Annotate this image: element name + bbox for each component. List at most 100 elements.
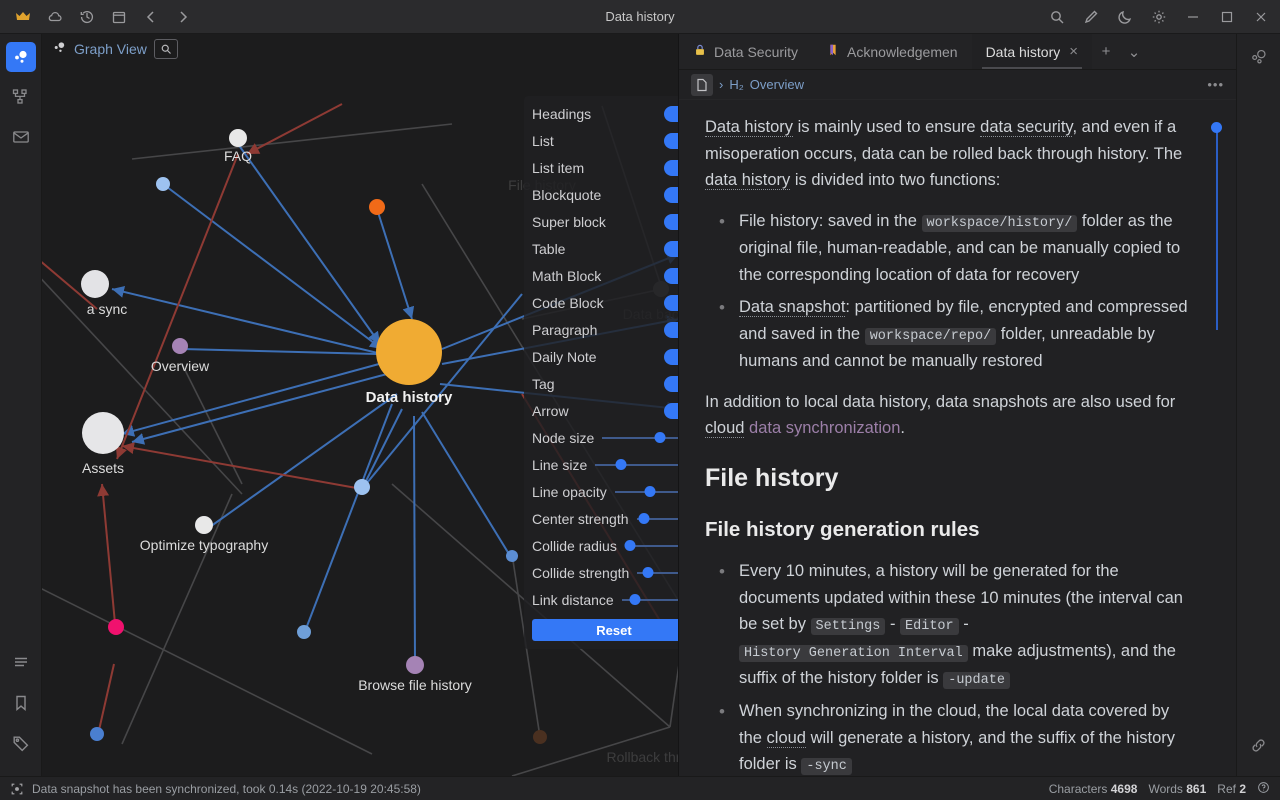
graph-setting-row: Collide strength	[524, 559, 679, 586]
tab-data-security[interactable]: Data Security	[679, 34, 812, 69]
calendar-icon[interactable]	[104, 4, 134, 30]
tab-close-icon[interactable]: ×	[1069, 43, 1078, 60]
words-label: Words	[1148, 782, 1182, 796]
status-message: Data snapshot has been synchronized, too…	[32, 782, 421, 796]
graph-node-unlabeled[interactable]	[297, 625, 311, 639]
graph-setting-row: Center strength	[524, 505, 679, 532]
rail-graph-icon[interactable]	[1244, 42, 1274, 72]
graph-node-assets[interactable]	[82, 412, 124, 454]
cloud-icon[interactable]	[40, 4, 70, 30]
sidebar-item-graph-view[interactable]	[6, 42, 36, 72]
slider-link-distance[interactable]	[622, 593, 679, 607]
toggle-blockquote[interactable]	[664, 187, 679, 203]
graph-reset-button[interactable]: Reset	[532, 619, 679, 641]
history-icon[interactable]	[72, 4, 102, 30]
setting-label: Link distance	[532, 592, 622, 608]
toggle-math-block[interactable]	[664, 268, 679, 284]
maximize-icon[interactable]	[1210, 2, 1244, 32]
dark-mode-moon-icon[interactable]	[1108, 2, 1142, 32]
slider-node-size[interactable]	[602, 431, 679, 445]
link-data-synchronization[interactable]: data synchronization	[749, 419, 900, 437]
toggle-list[interactable]	[664, 133, 679, 149]
back-icon[interactable]	[136, 4, 166, 30]
scrollbar-handle[interactable]	[1211, 122, 1222, 133]
graph-setting-row: Table	[524, 235, 679, 262]
slider-collide-radius[interactable]	[625, 539, 679, 553]
ref-link[interactable]: data history	[705, 171, 790, 190]
document-scrollbar[interactable]	[1211, 122, 1222, 332]
toggle-super-block[interactable]	[664, 214, 679, 230]
tab-label: Data history	[986, 44, 1061, 60]
edit-pencil-icon[interactable]	[1074, 2, 1108, 32]
ref-link[interactable]: Data snapshot	[739, 298, 845, 317]
document-content[interactable]: Data history is mainly used to ensure da…	[679, 100, 1236, 776]
graph-node-overview[interactable]	[172, 338, 188, 354]
slider-center-strength[interactable]	[637, 512, 680, 526]
graph-node-unlabeled[interactable]	[369, 199, 385, 215]
text: -	[959, 615, 969, 633]
crown-icon[interactable]	[8, 4, 38, 30]
graph-setting-row: Math Block	[524, 262, 679, 289]
toggle-arrow[interactable]	[664, 403, 679, 419]
graph-node-browse-file-history[interactable]	[406, 656, 424, 674]
rail-link-icon[interactable]	[1244, 730, 1274, 760]
breadcrumb-more-icon[interactable]: •••	[1207, 77, 1224, 92]
tab-list-chevron-down-icon[interactable]: ⌄	[1120, 43, 1148, 61]
snapshot-icon	[10, 782, 24, 796]
ref-link[interactable]: data security	[980, 118, 1072, 137]
tab-bar: Data Security Acknowledgemen Data histor…	[679, 34, 1236, 70]
toggle-table[interactable]	[664, 241, 679, 257]
graph-node-data-sync[interactable]	[81, 270, 109, 298]
graph-node-unlabeled[interactable]	[533, 730, 547, 744]
setting-label: Daily Note	[532, 349, 664, 365]
graph-search-icon[interactable]	[154, 39, 178, 59]
characters-counter: Characters 4698	[1049, 782, 1138, 796]
graph-node-unlabeled[interactable]	[506, 550, 518, 562]
setting-label: Node size	[532, 430, 602, 446]
toggle-code-block[interactable]	[664, 295, 679, 311]
setting-label: Collide radius	[532, 538, 625, 554]
search-icon[interactable]	[1040, 2, 1074, 32]
new-tab-button[interactable]: +	[1092, 43, 1120, 60]
graph-node-unlabeled[interactable]	[108, 619, 124, 635]
ref-link[interactable]: cloud	[767, 729, 806, 748]
document-icon[interactable]	[691, 74, 713, 96]
toggle-daily-note[interactable]	[664, 349, 679, 365]
sidebar-item-outline[interactable]	[6, 648, 36, 678]
sidebar-item-inbox[interactable]	[6, 122, 36, 152]
toggle-paragraph[interactable]	[664, 322, 679, 338]
toggle-tag[interactable]	[664, 376, 679, 392]
ref-link[interactable]: Data history	[705, 118, 793, 137]
graph-node-faq[interactable]	[229, 129, 247, 147]
slider-line-size[interactable]	[595, 458, 679, 472]
setting-label: Math Block	[532, 268, 664, 284]
tab-data-history[interactable]: Data history ×	[972, 34, 1092, 69]
sidebar-item-outline-tree[interactable]	[6, 82, 36, 112]
slider-line-opacity[interactable]	[615, 485, 679, 499]
graph-node-optimize-typography[interactable]	[195, 516, 213, 534]
ref-link[interactable]: cloud	[705, 419, 744, 438]
breadcrumb-title[interactable]: Overview	[750, 77, 804, 92]
graph-node-unlabeled[interactable]	[156, 177, 170, 191]
tab-acknowledgement[interactable]: Acknowledgemen	[812, 34, 972, 69]
graph-node-unlabeled[interactable]	[354, 479, 370, 495]
help-icon[interactable]	[1257, 781, 1270, 797]
toggle-headings[interactable]	[664, 106, 679, 122]
text: is mainly used to ensure	[793, 118, 980, 136]
close-icon[interactable]	[1244, 2, 1278, 32]
text: -	[885, 615, 900, 633]
graph-node-unlabeled[interactable]	[90, 727, 104, 741]
inline-code: Editor	[900, 618, 959, 635]
minimize-icon[interactable]	[1176, 2, 1210, 32]
list-item: Every 10 minutes, a history will be gene…	[705, 558, 1192, 692]
graph-setting-row: Blockquote	[524, 181, 679, 208]
sidebar-item-tag[interactable]	[6, 728, 36, 758]
slider-collide-strength[interactable]	[637, 566, 679, 580]
settings-gear-icon[interactable]	[1142, 2, 1176, 32]
sidebar-item-bookmark[interactable]	[6, 688, 36, 718]
forward-icon[interactable]	[168, 4, 198, 30]
words-value: 861	[1186, 782, 1206, 796]
bookmark-icon	[826, 43, 840, 60]
graph-node-data-history[interactable]	[376, 319, 442, 385]
toggle-list-item[interactable]	[664, 160, 679, 176]
